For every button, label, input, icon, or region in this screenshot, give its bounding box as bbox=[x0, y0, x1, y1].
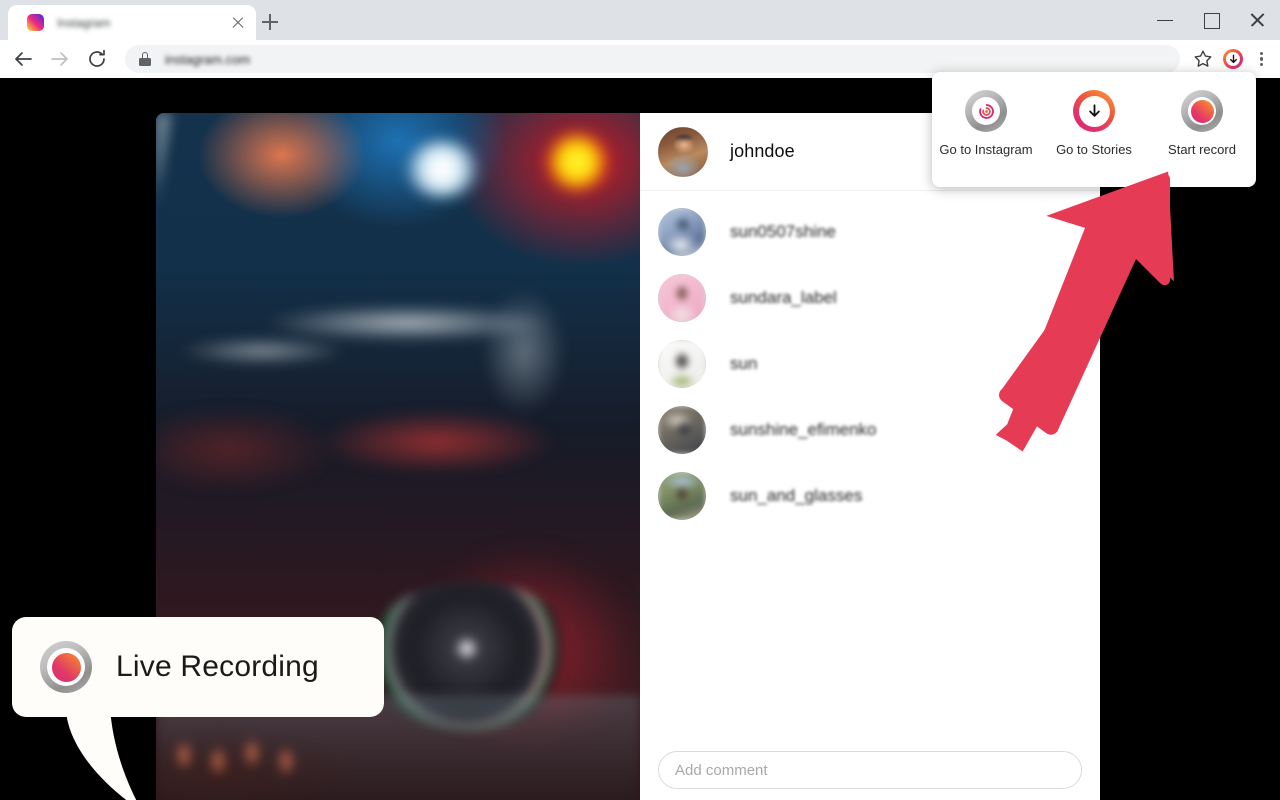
avatar[interactable] bbox=[658, 208, 706, 256]
avatar[interactable] bbox=[658, 274, 706, 322]
go-to-instagram-button[interactable]: Go to Instagram bbox=[935, 90, 1037, 157]
list-item-username: sun bbox=[730, 354, 758, 373]
live-recording-callout: Live Recording bbox=[12, 617, 384, 800]
tab-strip: Instagram bbox=[0, 0, 1280, 40]
start-record-button[interactable]: Start record bbox=[1151, 90, 1253, 157]
plus-icon[interactable] bbox=[259, 11, 281, 33]
list-item[interactable]: sun0507shine bbox=[640, 199, 1100, 265]
list-item-username: sunshine_efimenko bbox=[730, 420, 877, 439]
back-arrow-icon[interactable] bbox=[9, 45, 37, 73]
tab-title: Instagram bbox=[57, 15, 111, 30]
address-bar[interactable]: instagram.com bbox=[125, 45, 1180, 73]
comment-input[interactable] bbox=[658, 751, 1082, 789]
list-item[interactable]: sunshine_efimenko bbox=[640, 397, 1100, 463]
avatar[interactable] bbox=[658, 126, 708, 177]
kebab-menu-icon[interactable] bbox=[1248, 44, 1274, 74]
avatar[interactable] bbox=[658, 340, 706, 388]
record-dot-icon bbox=[1181, 90, 1223, 132]
lock-icon bbox=[139, 52, 151, 66]
comment-section bbox=[640, 751, 1100, 800]
forward-arrow-icon bbox=[46, 45, 74, 73]
avatar[interactable] bbox=[658, 406, 706, 454]
list-item[interactable]: sun bbox=[640, 331, 1100, 397]
reload-icon[interactable] bbox=[83, 45, 111, 73]
browser-tab[interactable]: Instagram bbox=[8, 5, 256, 40]
post-side-panel: johndoe sun0507shine sundara_label sun s… bbox=[640, 113, 1100, 800]
go-to-stories-button[interactable]: Go to Stories bbox=[1043, 90, 1145, 157]
instagram-spiral-icon bbox=[965, 90, 1007, 132]
instagram-favicon bbox=[27, 14, 44, 31]
url-text: instagram.com bbox=[165, 51, 251, 67]
download-arrow-icon bbox=[1073, 90, 1115, 132]
minimize-icon[interactable] bbox=[1142, 0, 1188, 40]
list-item[interactable]: sundara_label bbox=[640, 265, 1100, 331]
list-item[interactable]: sun_and_glasses bbox=[640, 463, 1100, 529]
callout-tail bbox=[66, 707, 137, 800]
post-username[interactable]: johndoe bbox=[730, 141, 795, 162]
record-dot-icon bbox=[40, 641, 92, 693]
extension-download-icon[interactable] bbox=[1218, 44, 1248, 74]
stage-light-yellow bbox=[546, 133, 608, 191]
close-icon[interactable] bbox=[230, 15, 246, 31]
star-icon[interactable] bbox=[1188, 44, 1218, 74]
window-controls bbox=[1142, 0, 1280, 40]
extension-popup: Go to Instagram Go to Stories Start reco… bbox=[932, 72, 1256, 187]
maximize-icon[interactable] bbox=[1188, 0, 1234, 40]
go-to-instagram-label: Go to Instagram bbox=[939, 142, 1033, 157]
list-item-username: sundara_label bbox=[730, 288, 837, 307]
stage-light-white bbox=[406, 141, 478, 197]
start-record-label: Start record bbox=[1168, 142, 1236, 157]
callout-label: Live Recording bbox=[116, 650, 319, 683]
browser-chrome: Instagram instagram.com bbox=[0, 0, 1280, 78]
list-item-username: sun_and_glasses bbox=[730, 486, 863, 505]
go-to-stories-label: Go to Stories bbox=[1056, 142, 1132, 157]
suggestion-list: sun0507shine sundara_label sun sunshine_… bbox=[640, 191, 1100, 751]
close-icon[interactable] bbox=[1234, 0, 1280, 40]
avatar[interactable] bbox=[658, 472, 706, 520]
list-item-username: sun0507shine bbox=[730, 222, 836, 241]
